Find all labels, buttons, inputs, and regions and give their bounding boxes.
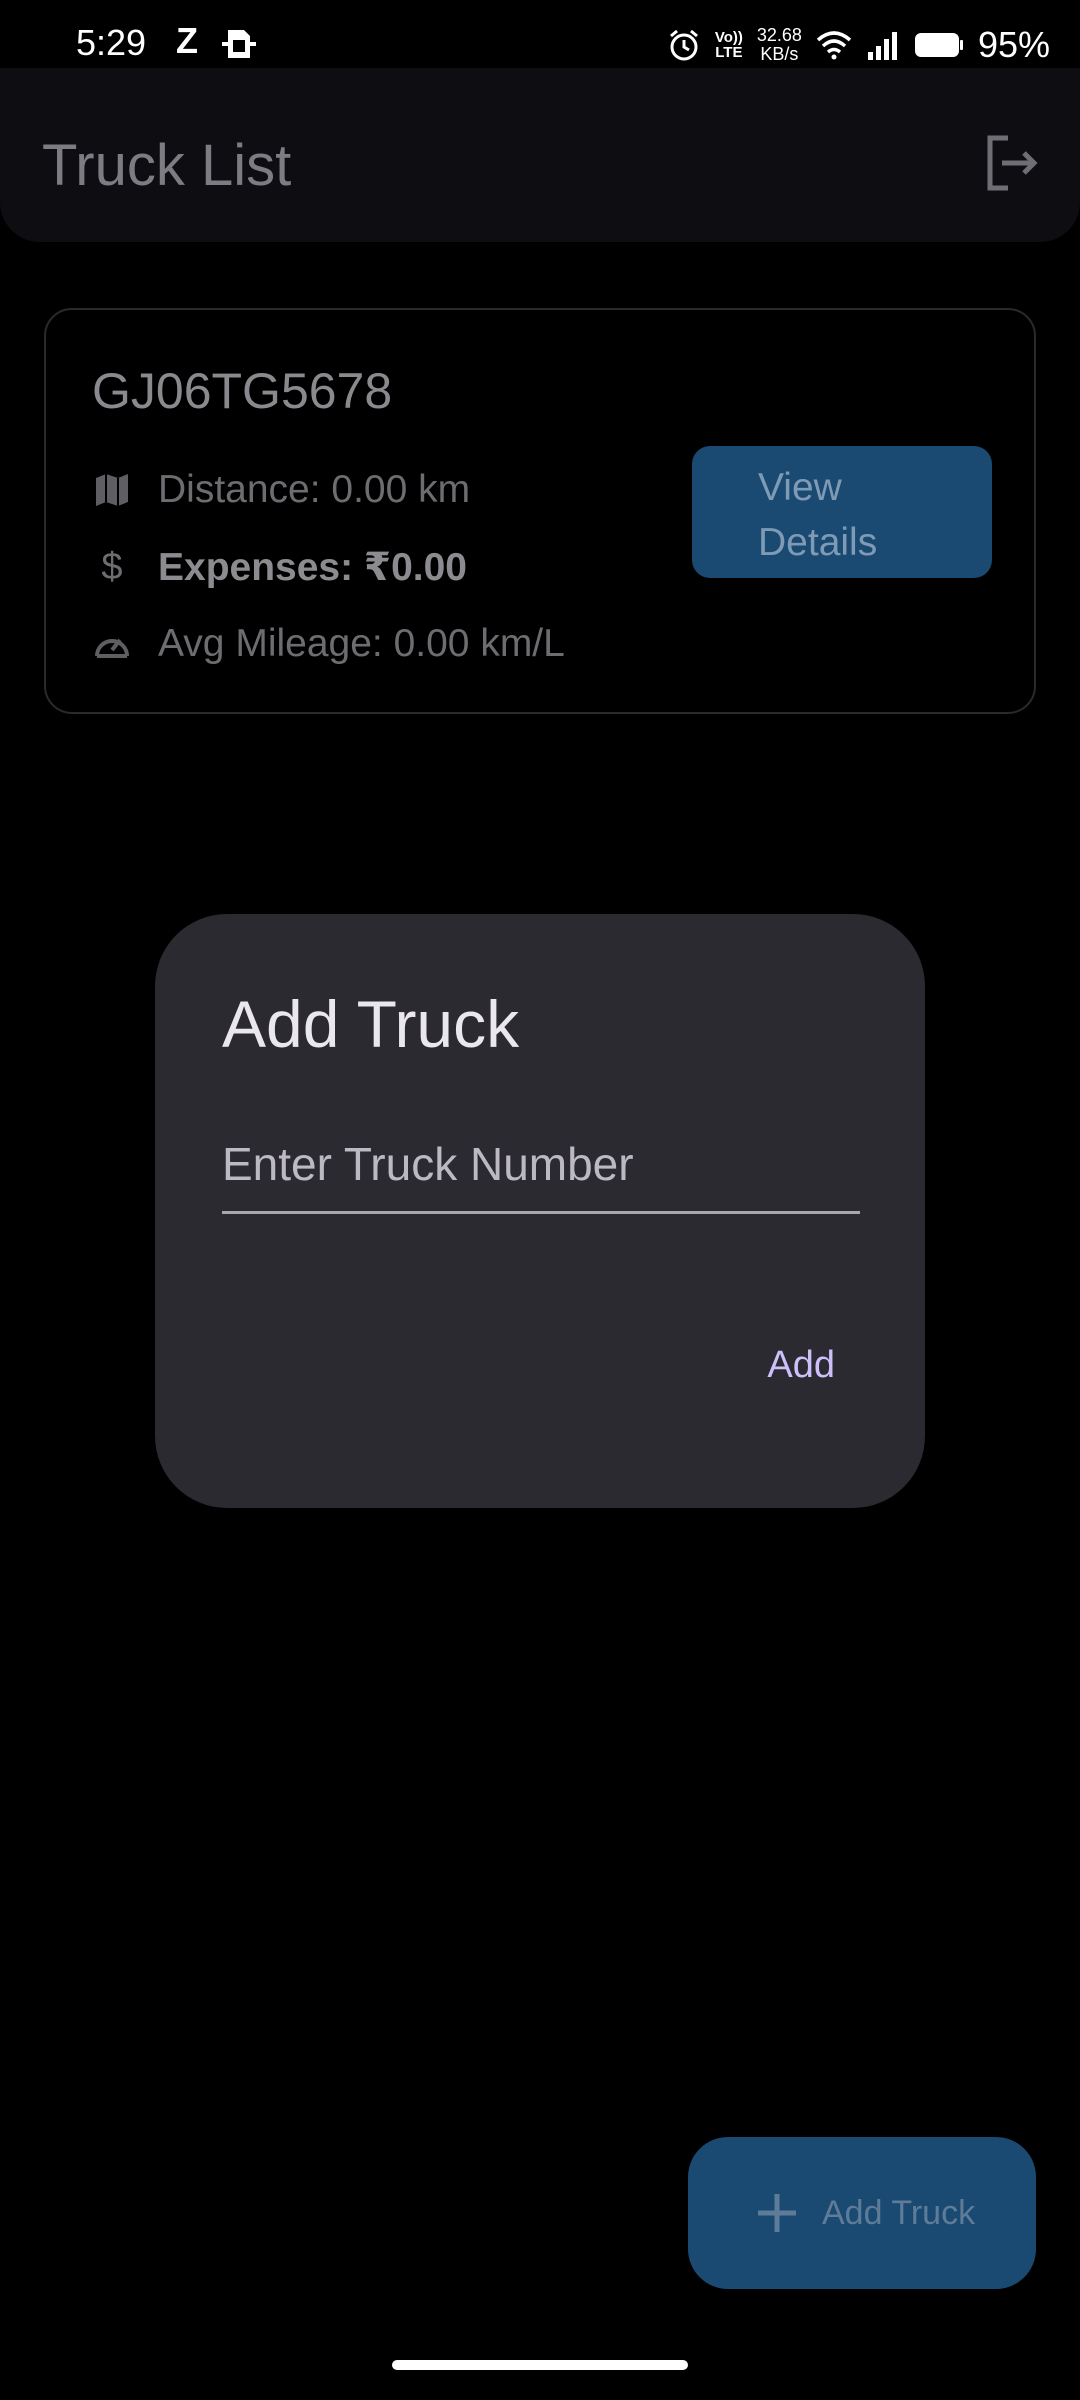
home-indicator[interactable]: [392, 2360, 688, 2370]
add-button[interactable]: Add: [767, 1344, 835, 1387]
alarm-icon: [669, 29, 698, 61]
distance-text: Distance: 0.00 km: [158, 468, 471, 511]
map-icon: [92, 470, 132, 510]
net-speed-unit: KB/s: [760, 44, 799, 64]
truck-number-input[interactable]: [222, 1124, 860, 1214]
volte-indicator: Vo)) LTE: [715, 30, 743, 60]
volte-bottom-text: LTE: [715, 44, 743, 61]
sim-card-icon: [222, 30, 256, 58]
add-truck-dialog: Add Truck Add: [155, 914, 925, 1508]
fab-label: Add Truck: [822, 2193, 976, 2232]
wifi-icon: [816, 31, 852, 60]
add-truck-fab[interactable]: Add Truck: [688, 2137, 1036, 2289]
net-speed-value: 32.68: [756, 25, 802, 45]
dialog-title: Add Truck: [222, 987, 520, 1061]
status-right-group: Vo)) LTE 32.68 KB/s 95%: [667, 22, 1050, 68]
mileage-row: Avg Mileage: 0.00 km/L: [92, 619, 565, 669]
distance-row: Distance: 0.00 km: [92, 465, 470, 515]
status-time: 5:29: [76, 22, 147, 63]
plus-icon: [758, 2194, 796, 2232]
battery-icon: [914, 33, 963, 57]
expenses-row: $ Expenses: ₹0.00: [92, 542, 467, 592]
screen: 5:29 Z Vo)) LTE 32.68 KB/s 95% Truck Lis…: [0, 0, 1080, 2400]
net-speed: 32.68 KB/s: [757, 26, 802, 64]
view-details-label-line2: Details: [758, 521, 878, 564]
view-details-button[interactable]: View Details: [692, 446, 992, 578]
expenses-text: Expenses: ₹0.00: [158, 545, 467, 589]
volte-top-text: Vo)): [714, 29, 743, 46]
page-title: Truck List: [42, 133, 292, 198]
z-app-icon: Z: [176, 20, 198, 61]
truck-number: GJ06TG5678: [92, 363, 393, 419]
truck-card[interactable]: GJ06TG5678 Distance: 0.00 km $ Expenses:…: [44, 308, 1036, 714]
speedometer-icon: [92, 624, 132, 664]
dollar-icon: $: [101, 545, 123, 588]
mileage-text: Avg Mileage: 0.00 km/L: [158, 622, 565, 665]
top-app-bar: Truck List: [0, 68, 1080, 242]
logout-icon[interactable]: [982, 132, 1044, 194]
signal-icon: [867, 32, 897, 60]
battery-percent: 95%: [977, 24, 1050, 65]
view-details-label-line1: View: [758, 466, 842, 509]
